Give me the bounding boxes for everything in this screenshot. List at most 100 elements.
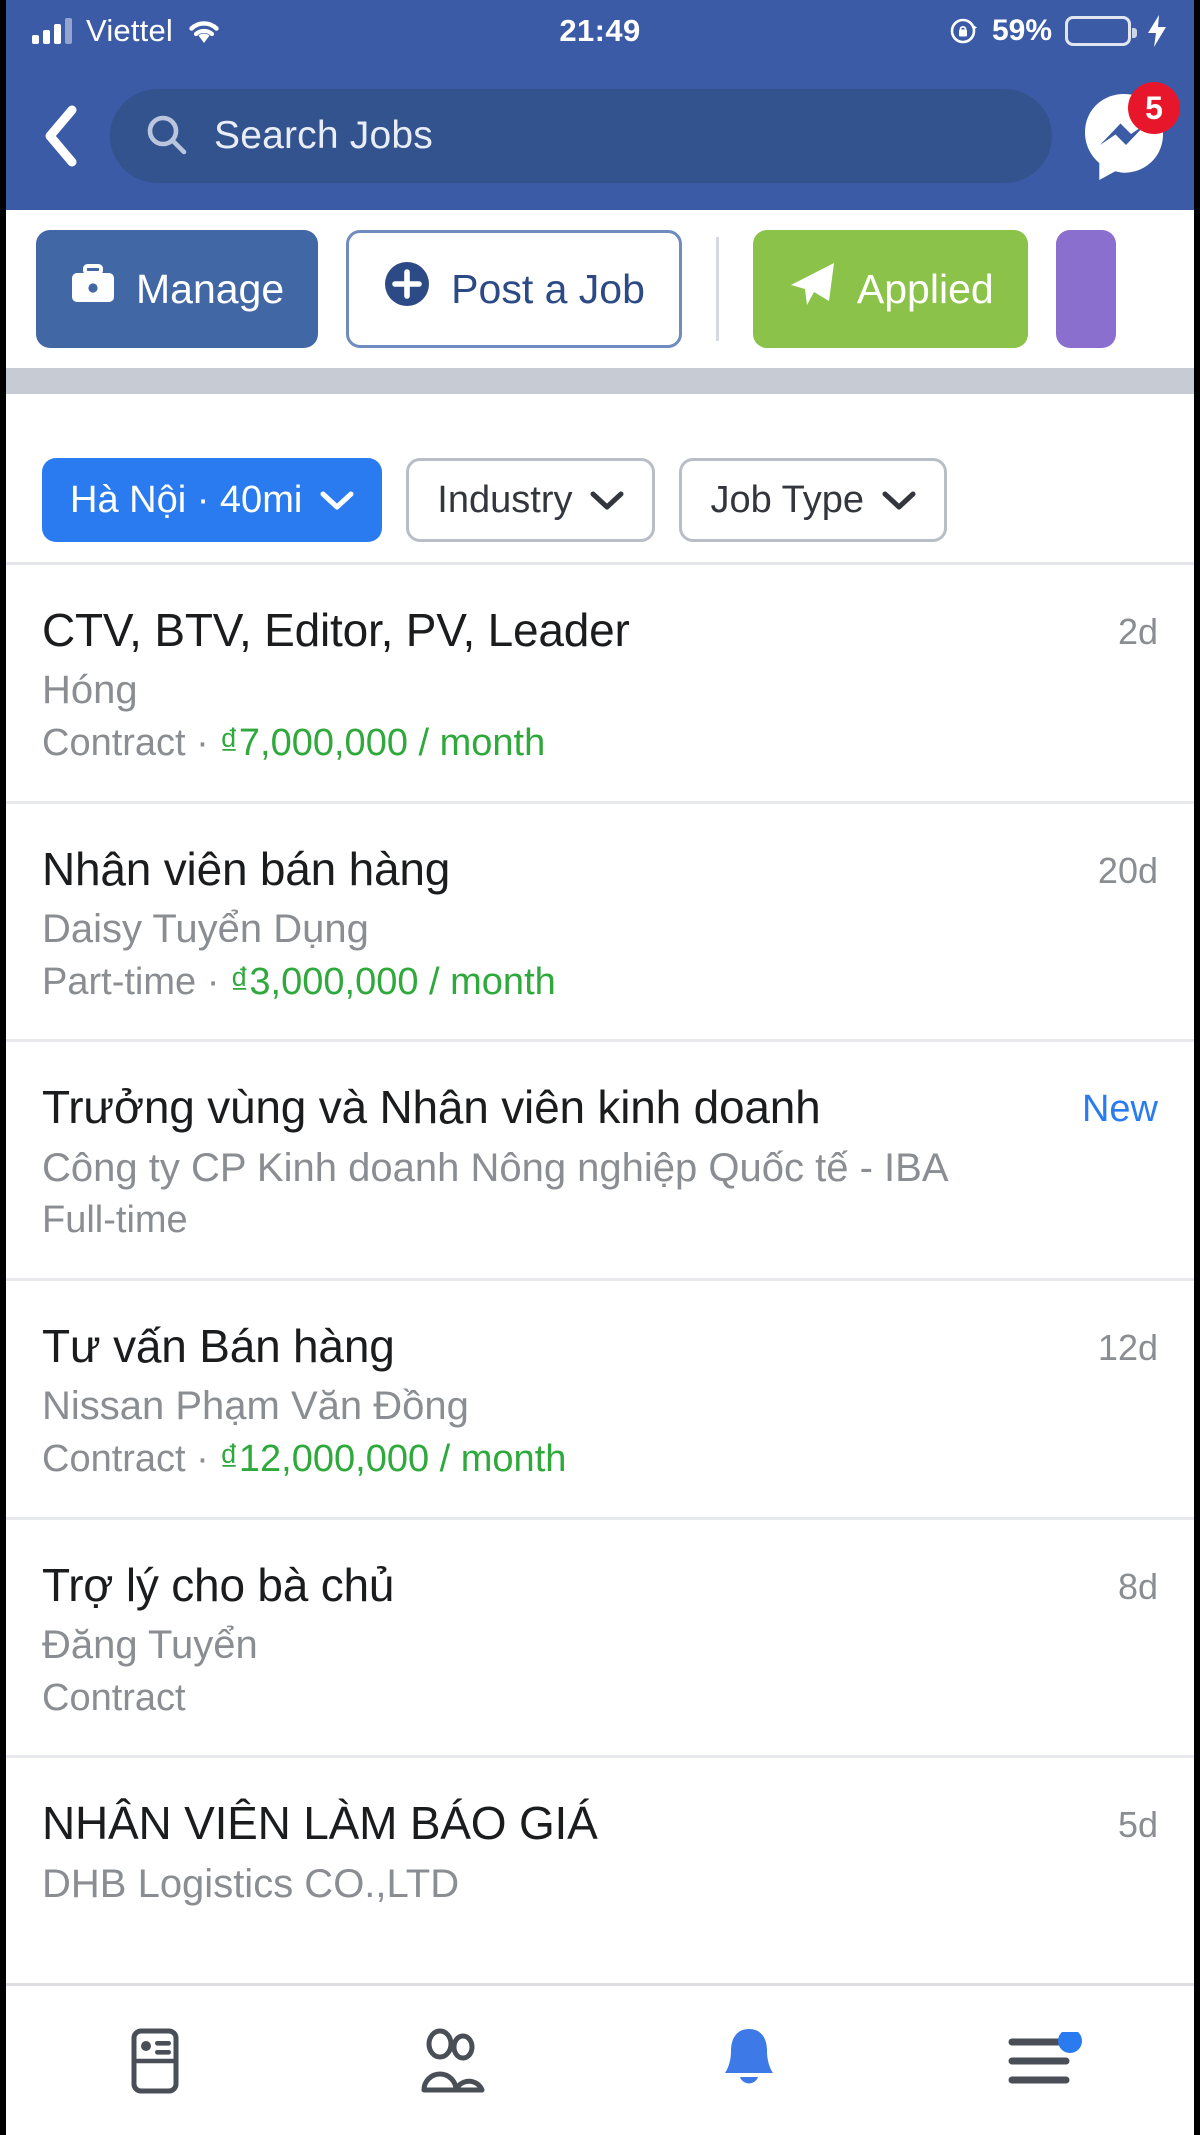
job-company: Đăng Tuyển [42, 1622, 258, 1667]
tab-news-feed[interactable] [6, 1986, 303, 2135]
filter-chip-location-label: Hà Nội · 40mi [70, 478, 303, 521]
manage-button[interactable]: Manage [36, 230, 319, 348]
job-company: DHB Logistics CO.,LTD [42, 1861, 460, 1906]
filter-chip-industry[interactable]: Industry [406, 458, 656, 542]
job-list-item[interactable]: Trưởng vùng và Nhân viên kinh doanh Công … [6, 1042, 1194, 1281]
tab-notifications[interactable] [600, 1986, 897, 2135]
tab-menu[interactable] [897, 1986, 1194, 2135]
filter-chip-location[interactable]: Hà Nội · 40mi [42, 458, 383, 542]
job-item-right: 2d [1118, 603, 1158, 653]
next-action-button-partial[interactable] [1055, 230, 1116, 348]
paper-plane-icon [787, 260, 837, 318]
search-placeholder: Search Jobs [214, 114, 433, 157]
manage-label: Manage [136, 265, 285, 312]
job-type: Contract [42, 722, 186, 765]
chevron-down-icon [590, 479, 624, 522]
job-salary: ₫3,000,000 / month [229, 960, 556, 1003]
phone-screen: Viettel 21:49 59% Search Jobs 5 Manage P… [0, 0, 1200, 2135]
job-item-right: New [1082, 1080, 1158, 1131]
job-title: NHÂN VIÊN LÀM BÁO GIÁ [42, 1797, 598, 1850]
bell-icon [724, 2028, 773, 2083]
job-type: Contract [42, 1438, 186, 1481]
job-timestamp: 12d [1097, 1326, 1158, 1368]
job-timestamp: 5d [1117, 1804, 1158, 1846]
job-list-item[interactable]: Trợ lý cho bà chủ Đăng Tuyển Contract 8d [6, 1520, 1194, 1759]
job-list-item[interactable]: CTV, BTV, Editor, PV, Leader Hóng Contract… [6, 565, 1194, 804]
job-item-main: Trợ lý cho bà chủ Đăng Tuyển Contract [42, 1558, 1118, 1722]
job-meta: Contract [42, 1676, 1094, 1722]
briefcase-icon [70, 263, 116, 315]
job-salary: ₫12,000,000 / month [219, 1438, 567, 1481]
job-type: Full-time [42, 1199, 188, 1242]
messenger-badge: 5 [1128, 82, 1180, 134]
bottom-tab-bar[interactable] [6, 1983, 1194, 2135]
job-title: Trợ lý cho bà chủ [42, 1558, 395, 1611]
job-title: Trưởng vùng và Nhân viên kinh doanh [42, 1081, 821, 1134]
search-icon [144, 112, 188, 161]
job-item-main: Tư vấn Bán hàng Nissan Phạm Văn Đồng Contr… [42, 1319, 1098, 1483]
job-meta: Contract · ₫7,000,000 / month [42, 721, 1094, 767]
post-a-job-button[interactable]: Post a Job [346, 230, 682, 348]
job-title: CTV, BTV, Editor, PV, Leader [42, 604, 630, 656]
section-divider [6, 368, 1194, 394]
chevron-down-icon [882, 479, 916, 522]
applied-button[interactable]: Applied [752, 230, 1028, 348]
news-feed-icon [131, 2028, 178, 2093]
job-new-badge: New [1081, 1088, 1158, 1131]
charging-bolt-icon [1146, 15, 1168, 47]
filter-row-top-spacer [6, 394, 1194, 438]
job-company: Công ty CP Kinh doanh Nông nghiệp Quốc t… [42, 1145, 949, 1190]
back-button[interactable] [32, 101, 88, 171]
job-item-right: 12d [1098, 1319, 1158, 1369]
post-a-job-label: Post a Job [451, 265, 645, 312]
job-item-right: 20d [1098, 842, 1158, 892]
filter-chip-job-type-label: Job Type [710, 478, 864, 521]
job-item-main: Trưởng vùng và Nhân viên kinh doanh Công … [42, 1080, 1082, 1244]
action-separator [715, 237, 719, 341]
job-timestamp: 20d [1097, 849, 1158, 891]
job-list-item[interactable]: Tư vấn Bán hàng Nissan Phạm Văn Đồng Contr… [6, 1281, 1194, 1520]
nav-bar: Search Jobs 5 [6, 62, 1194, 210]
battery-icon [1065, 16, 1137, 46]
job-meta: Contract · ₫12,000,000 / month [42, 1437, 1074, 1483]
wifi-icon [187, 18, 221, 44]
job-item-main: Nhân viên bán hàng Daisy Tuyển Dụng Part-t… [42, 842, 1098, 1006]
job-item-main: NHÂN VIÊN LÀM BÁO GIÁ DHB Logistics CO.,L… [42, 1796, 1118, 1914]
job-meta-separator: · [196, 960, 230, 1003]
rotation-lock-icon [949, 16, 979, 46]
status-bar-right: 59% [949, 14, 1168, 48]
tab-friends[interactable] [303, 1986, 600, 2135]
battery-percent-label: 59% [991, 14, 1052, 47]
job-timestamp: 8d [1117, 1565, 1158, 1607]
menu-icon [1008, 2031, 1082, 2083]
job-salary: ₫7,000,000 / month [219, 722, 546, 765]
carrier-label: Viettel [86, 13, 173, 48]
friends-icon [421, 2028, 484, 2092]
job-timestamp: 2d [1117, 611, 1158, 652]
job-meta-separator: · [185, 722, 220, 765]
chevron-down-icon [320, 479, 354, 522]
job-list-item[interactable]: NHÂN VIÊN LÀM BÁO GIÁ DHB Logistics CO.,L… [6, 1758, 1194, 1948]
job-item-right: 8d [1118, 1558, 1158, 1608]
job-company: Hóng [42, 668, 138, 713]
job-meta-separator: · [185, 1438, 220, 1481]
job-type: Part-time [42, 960, 197, 1003]
action-buttons-row[interactable]: Manage Post a Job Applied [6, 210, 1194, 368]
job-list-item[interactable]: Nhân viên bán hàng Daisy Tuyển Dụng Part-t… [6, 804, 1194, 1043]
job-list[interactable]: CTV, BTV, Editor, PV, Leader Hóng Contract… [6, 565, 1194, 1949]
messenger-button[interactable]: 5 [1076, 82, 1180, 184]
job-meta: Full-time [42, 1198, 1058, 1244]
job-title: Tư vấn Bán hàng [42, 1319, 395, 1372]
search-input[interactable]: Search Jobs [110, 89, 1052, 183]
status-bar-left: Viettel [32, 13, 221, 49]
job-title: Nhân viên bán hàng [42, 842, 451, 895]
filter-chip-industry-label: Industry [437, 478, 573, 521]
job-item-right: 5d [1118, 1796, 1158, 1846]
signal-bars-icon [32, 18, 72, 44]
job-type: Contract [42, 1676, 186, 1719]
job-meta: Part-time · ₫3,000,000 / month [42, 960, 1074, 1006]
filter-chip-job-type[interactable]: Job Type [679, 458, 947, 542]
filter-chips-row[interactable]: Hà Nội · 40mi Industry Job Type [6, 438, 1194, 562]
applied-label: Applied [856, 265, 994, 312]
job-company: Daisy Tuyển Dụng [42, 906, 369, 951]
